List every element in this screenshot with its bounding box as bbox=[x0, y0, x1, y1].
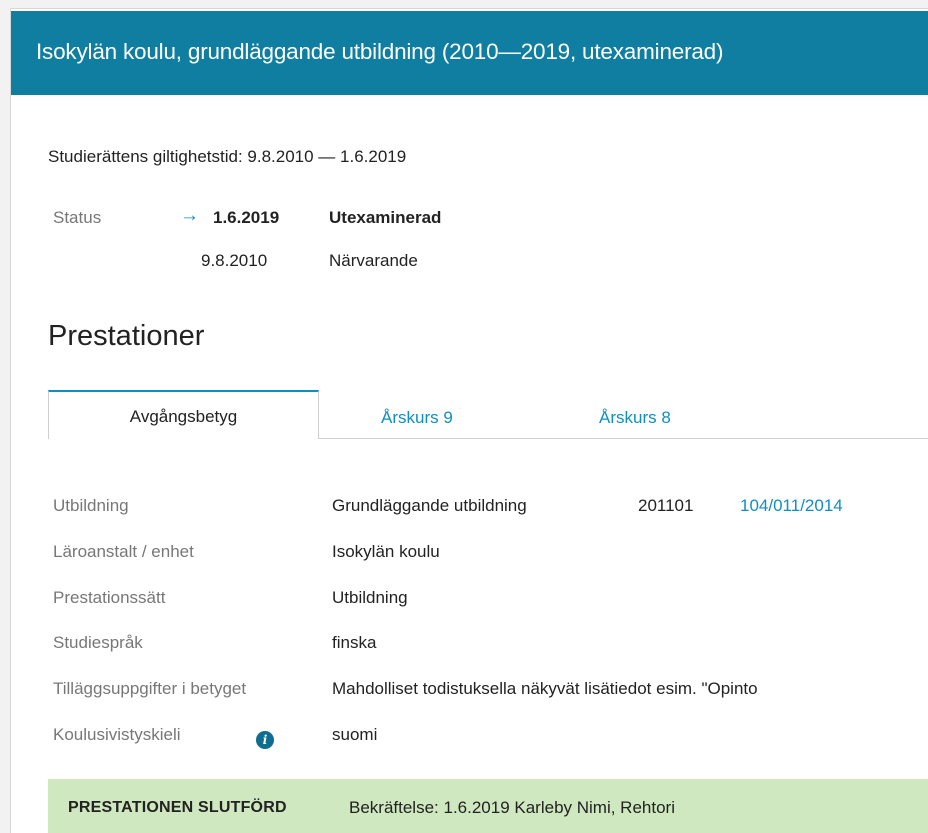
detail-value-utbildning: Grundläggande utbildning bbox=[332, 496, 527, 515]
confirmation-details: Bekräftelse: 1.6.2019 Karleby Nimi, Reht… bbox=[349, 798, 675, 817]
status-date-previous: 9.8.2010 bbox=[201, 251, 268, 270]
validity-period: Studierättens giltighetstid: 9.8.2010 — … bbox=[48, 147, 407, 166]
status-date-current: 1.6.2019 bbox=[213, 208, 280, 227]
current-status-arrow-icon: → bbox=[180, 205, 199, 226]
detail-value-laroanstalt: Isokylän koulu bbox=[332, 542, 440, 561]
detail-label-tillaggsuppgifter: Tilläggsuppgifter i betyget bbox=[53, 679, 247, 698]
detail-label-utbildning: Utbildning bbox=[53, 496, 129, 515]
study-right-card: Isokylän koulu, grundläggande utbildning… bbox=[10, 8, 928, 833]
detail-diary-number-link[interactable]: 104/011/2014 bbox=[740, 496, 843, 516]
section-title: Prestationer bbox=[48, 320, 205, 352]
status-state-previous: Närvarande bbox=[329, 251, 418, 270]
detail-value-prestationssatt: Utbildning bbox=[332, 588, 408, 607]
detail-value-tillaggsuppgifter: Mahdolliset todistuksella näkyvät lisäti… bbox=[332, 679, 758, 698]
detail-label-studiesprak: Studiespråk bbox=[53, 633, 143, 652]
detail-value-studiesprak: finska bbox=[332, 633, 377, 652]
detail-label-laroanstalt: Läroanstalt / enhet bbox=[53, 542, 194, 561]
completion-status: PRESTATIONEN SLUTFÖRD bbox=[68, 799, 287, 816]
detail-label-koulusivistyskieli: Koulusivistyskieli bbox=[53, 725, 181, 744]
tab-arskurs-9[interactable]: Årskurs 9 bbox=[381, 408, 453, 428]
status-state-current: Utexaminerad bbox=[329, 208, 442, 227]
tab-avgangsbetyg[interactable]: Avgångsbetyg bbox=[48, 390, 319, 439]
tab-arskurs-8[interactable]: Årskurs 8 bbox=[599, 408, 671, 428]
study-right-title[interactable]: Isokylän koulu, grundläggande utbildning… bbox=[36, 39, 723, 64]
detail-education-code: 201101 bbox=[638, 496, 694, 515]
status-label: Status bbox=[53, 208, 102, 227]
info-icon[interactable]: i bbox=[256, 731, 274, 749]
detail-value-koulusivistyskieli: suomi bbox=[332, 725, 378, 744]
detail-label-prestationssatt: Prestationssätt bbox=[53, 588, 166, 607]
completion-banner: PRESTATIONEN SLUTFÖRD Bekräftelse: 1.6.2… bbox=[48, 779, 928, 833]
study-right-header[interactable]: Isokylän koulu, grundläggande utbildning… bbox=[11, 11, 928, 95]
